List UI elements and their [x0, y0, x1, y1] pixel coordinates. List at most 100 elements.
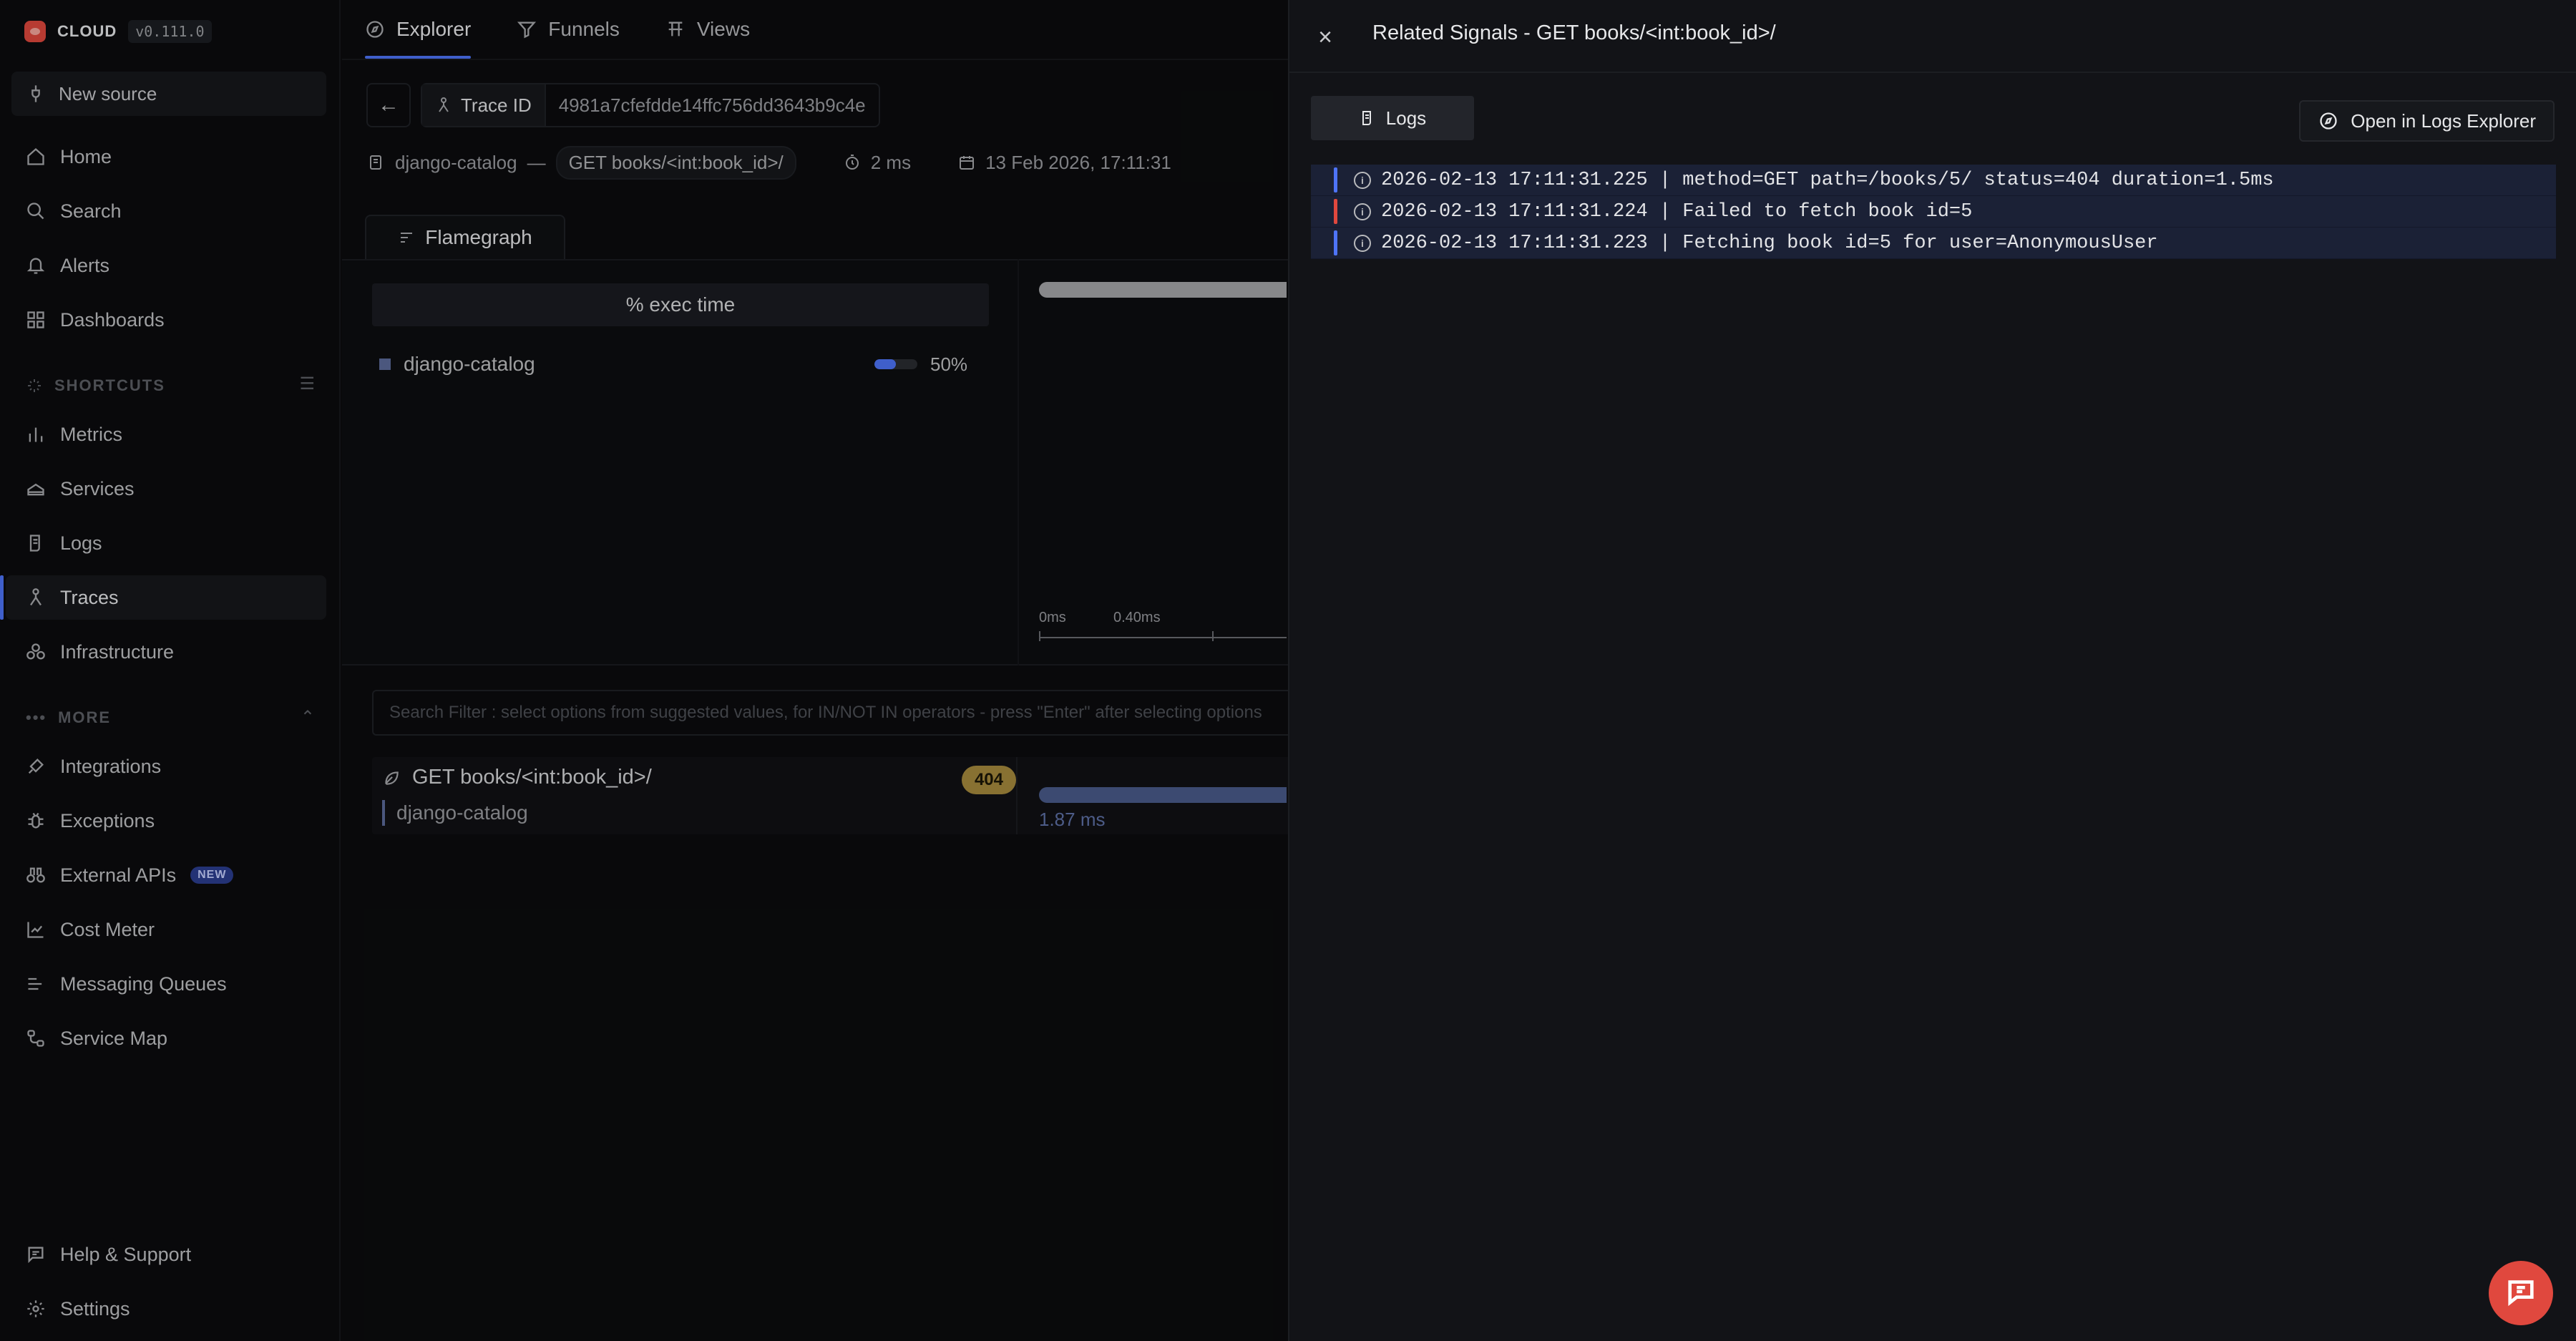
plug-icon	[26, 84, 46, 104]
chevron-up-icon[interactable]: ⌃	[301, 707, 315, 728]
axis-label: 0ms	[1039, 610, 1066, 625]
sidebar-item-settings[interactable]: Settings	[6, 1287, 326, 1331]
message-icon	[26, 1244, 46, 1264]
sidebar-item-metrics[interactable]: Metrics	[6, 412, 326, 457]
flamegraph-icon	[398, 229, 415, 246]
sidebar-item-label: Search	[60, 200, 122, 222]
sidebar: CLOUD v0.111.0 New source Home Search Al…	[0, 0, 341, 1341]
sidebar-item-label: Infrastructure	[60, 640, 175, 663]
list-item[interactable]: i 2026-02-13 17:11:31.223 | Fetching boo…	[1311, 228, 2556, 259]
sidebar-item-search[interactable]: Search	[6, 189, 326, 233]
exec-service-name: django-catalog	[404, 353, 535, 375]
tabs-divider	[342, 59, 1288, 60]
new-badge: NEW	[190, 867, 234, 884]
sidebar-item-traces[interactable]: Traces	[0, 575, 326, 620]
scroll-icon	[1359, 109, 1376, 127]
sidebar-item-label: Logs	[60, 532, 102, 554]
new-source-button[interactable]: New source	[11, 72, 326, 116]
tab-logs[interactable]: Logs	[1311, 96, 1474, 140]
open-in-logs-explorer-button[interactable]: Open in Logs Explorer	[2299, 100, 2555, 142]
calendar-icon	[958, 154, 975, 171]
trace-detail-main: Explorer Funnels Views ← Trace ID 4981a7…	[342, 0, 1302, 1341]
shortcuts-section-label: SHORTCUTS	[26, 376, 165, 395]
meta-duration: 2 ms	[870, 151, 912, 173]
span-info: GET books/<int:book_id>/ django-catalog …	[372, 757, 1018, 834]
log-severity-stripe	[1334, 199, 1337, 224]
log-severity-stripe	[1334, 167, 1337, 192]
exec-percent-bar	[874, 359, 917, 369]
exec-percent-value: 50%	[930, 353, 968, 375]
sidebar-item-label: Services	[60, 477, 135, 499]
flamegraph-span-bar[interactable]	[1039, 282, 1287, 298]
trace-id-label: Trace ID	[422, 84, 546, 126]
list-item[interactable]: i 2026-02-13 17:11:31.224 | Failed to fe…	[1311, 196, 2556, 228]
table-row[interactable]: GET books/<int:book_id>/ django-catalog …	[372, 757, 1302, 834]
chat-icon	[2504, 1275, 2537, 1312]
service-color-dot	[379, 359, 391, 370]
close-button[interactable]: ×	[1311, 23, 1340, 52]
axis-tick	[1039, 631, 1040, 641]
list-item[interactable]: i 2026-02-13 17:11:31.225 | method=GET p…	[1311, 165, 2556, 196]
back-button[interactable]: ←	[366, 83, 411, 127]
sidebar-item-logs[interactable]: Logs	[6, 521, 326, 565]
list-icon	[26, 974, 46, 994]
sidebar-item-messaging-queues[interactable]: Messaging Queues	[6, 962, 326, 1006]
sidebar-item-exceptions[interactable]: Exceptions	[6, 799, 326, 843]
sidebar-item-dashboards[interactable]: Dashboards	[6, 298, 326, 342]
route-icon	[435, 97, 452, 114]
compass-icon	[365, 19, 385, 39]
tab-views[interactable]: Views	[665, 0, 750, 59]
boxes-icon	[26, 642, 46, 662]
sidebar-item-label: External APIs	[60, 864, 177, 886]
arrow-left-icon: ←	[378, 93, 399, 117]
exec-percent-fill	[874, 359, 896, 369]
bar-chart-icon	[26, 424, 46, 444]
sidebar-item-home[interactable]: Home	[6, 135, 326, 179]
sidebar-item-alerts[interactable]: Alerts	[6, 243, 326, 288]
sidebar-item-integrations[interactable]: Integrations	[6, 744, 326, 789]
plug-icon	[26, 756, 46, 776]
logo-text: CLOUD	[57, 22, 117, 40]
sidebar-item-cost-meter[interactable]: Cost Meter	[6, 907, 326, 952]
drawer-title: Related Signals - GET books/<int:book_id…	[1372, 21, 1776, 44]
exec-service-row[interactable]: django-catalog 50%	[372, 348, 989, 381]
sidebar-item-label: Dashboards	[60, 308, 165, 331]
tab-explorer[interactable]: Explorer	[365, 0, 472, 59]
gear-icon	[26, 1299, 46, 1319]
sidebar-item-label: Service Map	[60, 1027, 168, 1049]
axis-tick	[1212, 631, 1214, 641]
tab-funnels[interactable]: Funnels	[517, 0, 620, 59]
meta-route-chip: GET books/<int:book_id>/	[555, 145, 796, 180]
sidebar-item-label: Settings	[60, 1297, 130, 1320]
related-signals-drawer: × Related Signals - GET books/<int:book_…	[1288, 0, 2576, 1341]
binoculars-icon	[26, 865, 46, 885]
leaf-icon	[382, 769, 401, 787]
map-icon	[26, 1028, 46, 1048]
flamegraph-divider[interactable]	[1018, 259, 1019, 665]
support-chat-button[interactable]	[2489, 1261, 2553, 1325]
layers-icon	[26, 479, 46, 499]
drawer-header: × Related Signals - GET books/<int:book_…	[1289, 0, 2576, 73]
sidebar-item-label: Help & Support	[60, 1243, 192, 1265]
sidebar-item-external-apis[interactable]: External APIs NEW	[6, 853, 326, 897]
grid-icon	[26, 310, 46, 330]
sidebar-item-label: Metrics	[60, 423, 122, 445]
route-icon	[26, 587, 46, 608]
sidebar-item-services[interactable]: Services	[6, 467, 326, 511]
sidebar-item-help[interactable]: Help & Support	[6, 1232, 326, 1277]
sidebar-item-label: Messaging Queues	[60, 972, 227, 995]
search-filter-input[interactable]: Search Filter : select options from sugg…	[372, 690, 1302, 736]
sidebar-item-service-map[interactable]: Service Map	[6, 1016, 326, 1060]
dots-icon: •••	[26, 708, 47, 726]
status-badge: 404	[961, 766, 1016, 794]
bug-icon	[26, 811, 46, 831]
tab-flamegraph[interactable]: Flamegraph	[365, 215, 565, 259]
span-duration-bar[interactable]	[1039, 787, 1287, 803]
trace-id-box[interactable]: Trace ID 4981a7cfefdde14ffc756dd3643b9c4…	[421, 83, 880, 127]
sidebar-item-label: Home	[60, 145, 112, 167]
brand[interactable]: CLOUD v0.111.0	[24, 17, 212, 46]
info-icon: i	[1354, 234, 1371, 252]
edit-shortcuts-icon[interactable]: ☰	[299, 374, 315, 394]
more-section-label[interactable]: ••• MORE	[26, 708, 111, 727]
sidebar-item-infrastructure[interactable]: Infrastructure	[6, 630, 326, 674]
